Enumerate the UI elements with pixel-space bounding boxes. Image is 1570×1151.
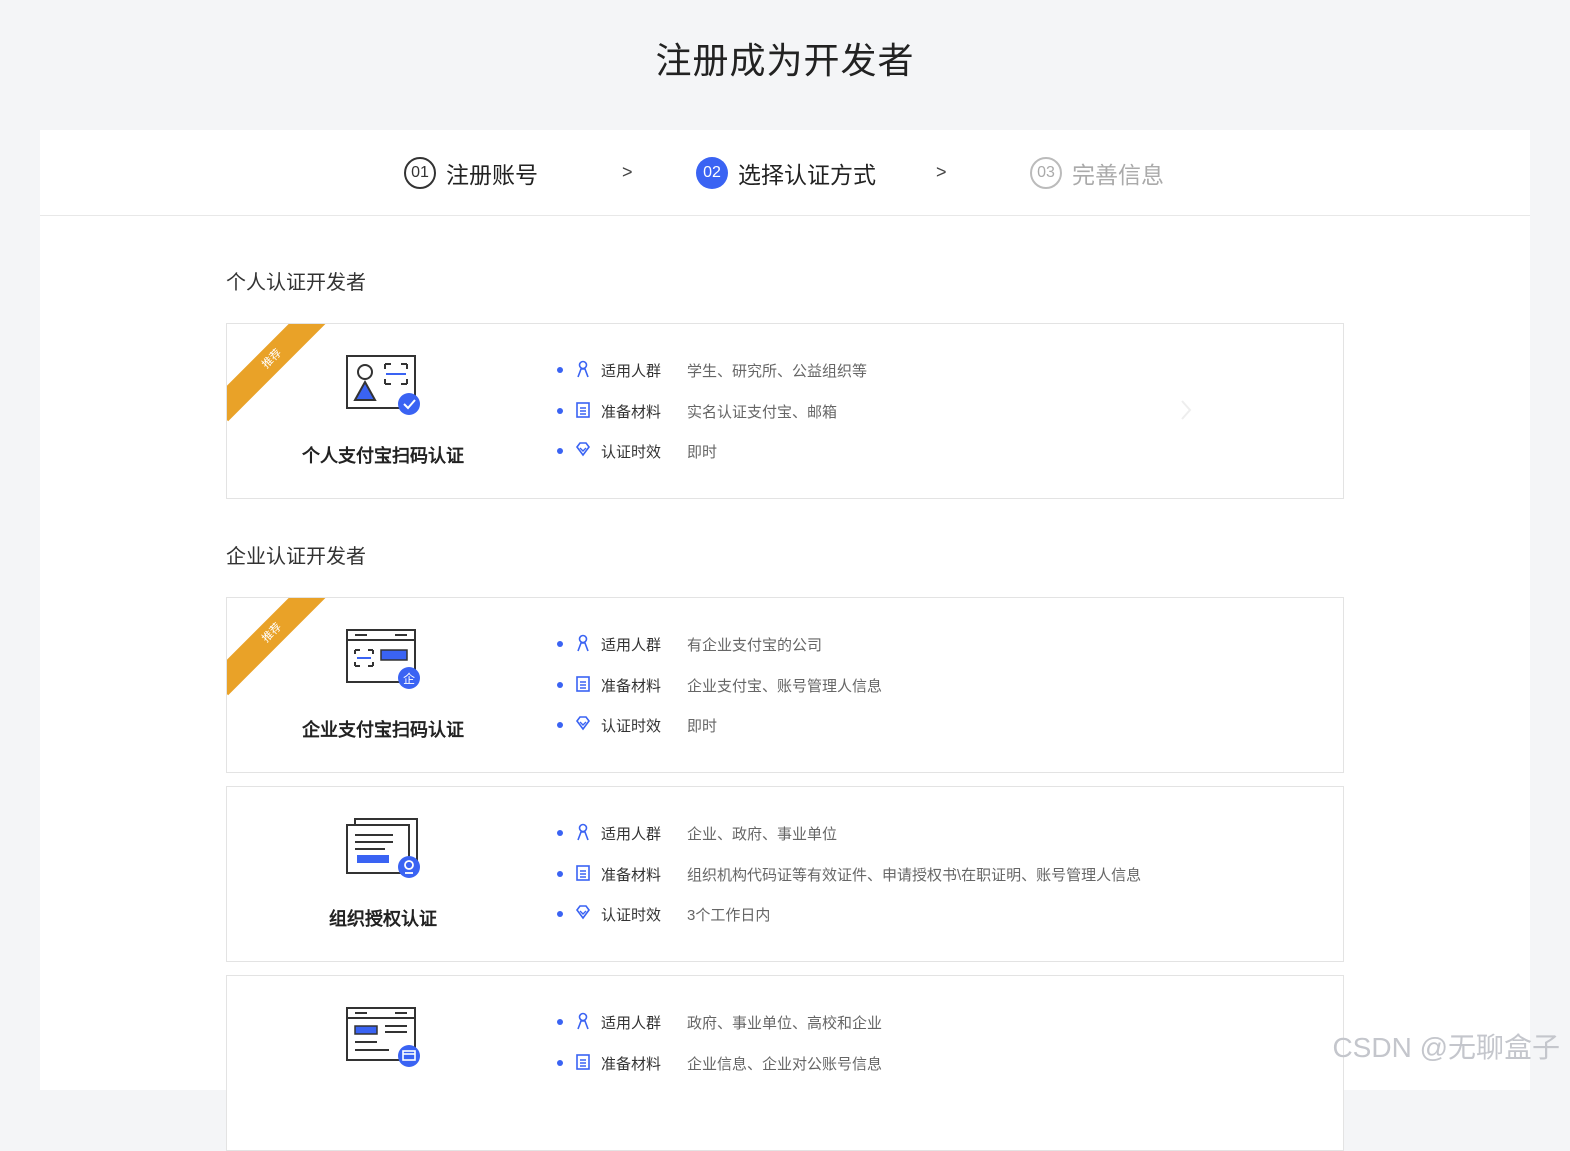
audience-row: 适用人群 企业、政府、事业单位: [557, 823, 1141, 864]
time-row: 认证时效 3个工作日内: [557, 904, 1141, 945]
recommend-ribbon: 推荐: [227, 598, 335, 696]
recommend-ribbon: 推荐: [227, 324, 335, 422]
step-1[interactable]: 01 注册账号: [404, 156, 538, 190]
card-details: 适用人群 有企业支付宝的公司 准备材料 企业支付宝、账号管理人信息 认证时效 即…: [557, 634, 882, 756]
main-panel: 01 注册账号 > 02 选择认证方式 > 03 完善信息 个人认证开发者 推荐…: [40, 130, 1530, 1151]
document-icon: [576, 864, 590, 881]
page-title: 注册成为开发者: [655, 40, 915, 81]
auth-card-enterprise-alipay[interactable]: 推荐 企 企业支付宝扫码认证 适用人群 有企业支付宝的公司 准备材料 企业支付宝…: [226, 597, 1344, 773]
time-label: 认证时效: [601, 907, 662, 924]
step-2-label: 选择认证方式: [738, 162, 876, 188]
bullet-dot: [557, 407, 563, 414]
bullet-dot: [557, 367, 563, 373]
audience-row: 适用人群 政府、事业单位、高校和企业: [557, 1012, 882, 1053]
card-details: 适用人群 企业、政府、事业单位 准备材料 组织机构代码证等有效证件、申请授权书\…: [557, 823, 1141, 945]
time-row: 认证时效 即时: [557, 715, 882, 756]
svg-text:企: 企: [403, 671, 415, 686]
bullet-dot: [557, 870, 563, 877]
diamond-icon: [576, 716, 590, 731]
materials-label: 准备材料: [601, 403, 662, 421]
step-3-label: 完善信息: [1072, 162, 1164, 188]
bullet-dot: [557, 448, 563, 454]
step-3-number: 03: [1030, 157, 1062, 189]
diamond-icon: [576, 905, 590, 920]
document-icon: [576, 401, 590, 418]
audience-label: 适用人群: [601, 637, 662, 654]
auth-card-bank-account[interactable]: 适用人群 政府、事业单位、高校和企业 准备材料 企业信息、企业对公账号信息: [226, 975, 1344, 1151]
materials-label: 准备材料: [601, 677, 662, 695]
org-authorization-icon: [346, 818, 420, 878]
materials-label: 准备材料: [601, 866, 662, 884]
audience-label: 适用人群: [601, 826, 662, 843]
materials-label: 准备材料: [601, 1055, 662, 1073]
materials-value: 实名认证支付宝、邮箱: [687, 403, 838, 421]
time-value: 3个工作日内: [687, 907, 771, 924]
personal-section-title: 个人认证开发者: [226, 272, 366, 294]
enterprise-section-title: 企业认证开发者: [226, 546, 366, 568]
person-icon: [577, 1012, 589, 1030]
time-label: 认证时效: [601, 718, 662, 735]
bullet-dot: [557, 830, 563, 836]
bullet-dot: [557, 1059, 563, 1066]
diamond-icon: [576, 442, 590, 457]
step-2[interactable]: 02 选择认证方式: [696, 156, 876, 190]
materials-row: 准备材料 企业支付宝、账号管理人信息: [557, 675, 882, 716]
time-label: 认证时效: [601, 444, 662, 461]
bullet-dot: [557, 911, 563, 917]
card-name: 个人支付宝扫码认证: [302, 446, 464, 466]
person-icon: [577, 634, 589, 652]
step-1-number: 01: [404, 157, 436, 189]
card-name: 企业支付宝扫码认证: [302, 720, 464, 740]
card-details: 适用人群 政府、事业单位、高校和企业 准备材料 企业信息、企业对公账号信息: [557, 1012, 882, 1093]
step-separator-1: >: [622, 162, 633, 182]
person-icon: [577, 823, 589, 841]
audience-value: 学生、研究所、公益组织等: [687, 363, 868, 380]
materials-row: 准备材料 实名认证支付宝、邮箱: [557, 401, 867, 442]
bullet-dot: [557, 641, 563, 647]
time-row: 认证时效 即时: [557, 441, 867, 482]
person-icon: [577, 360, 589, 378]
step-2-number: 02: [696, 157, 728, 189]
enterprise-scan-icon: 企: [346, 629, 420, 689]
materials-value: 组织机构代码证等有效证件、申请授权书\在职证明、账号管理人信息: [687, 866, 1142, 884]
auth-card-org-authorization[interactable]: 组织授权认证 适用人群 企业、政府、事业单位 准备材料 组织机构代码证等有效证件…: [226, 786, 1344, 962]
audience-value: 有企业支付宝的公司: [687, 637, 823, 654]
document-icon: [576, 1053, 590, 1070]
bullet-dot: [557, 681, 563, 688]
chevron-right-icon: [1181, 400, 1192, 420]
audience-value: 企业、政府、事业单位: [687, 826, 838, 843]
step-1-label: 注册账号: [446, 162, 538, 188]
materials-value: 企业信息、企业对公账号信息: [687, 1055, 883, 1073]
audience-row: 适用人群 学生、研究所、公益组织等: [557, 360, 867, 401]
step-separator-2: >: [936, 162, 947, 182]
step-indicator: 01 注册账号 > 02 选择认证方式 > 03 完善信息: [40, 130, 1530, 216]
time-value: 即时: [687, 444, 718, 461]
bullet-dot: [557, 722, 563, 728]
card-details: 适用人群 学生、研究所、公益组织等 准备材料 实名认证支付宝、邮箱 认证时效 即…: [557, 360, 867, 482]
audience-row: 适用人群 有企业支付宝的公司: [557, 634, 882, 675]
materials-row: 准备材料 组织机构代码证等有效证件、申请授权书\在职证明、账号管理人信息: [557, 864, 1141, 905]
bank-account-icon: [346, 1007, 420, 1067]
audience-label: 适用人群: [601, 1015, 662, 1032]
watermark: CSDN @无聊盒子: [1332, 1032, 1560, 1063]
bullet-dot: [557, 1019, 563, 1025]
audience-label: 适用人群: [601, 363, 662, 380]
step-3[interactable]: 03 完善信息: [1030, 156, 1164, 190]
card-name: 组织授权认证: [329, 909, 437, 929]
materials-value: 企业支付宝、账号管理人信息: [687, 677, 883, 695]
personal-scan-icon: [346, 355, 420, 415]
auth-card-personal-alipay[interactable]: 推荐 个人支付宝扫码认证 适用人群 学生、研究所、公益组织等 准备材料 实名认证…: [226, 323, 1344, 499]
audience-value: 政府、事业单位、高校和企业: [687, 1015, 883, 1032]
materials-row: 准备材料 企业信息、企业对公账号信息: [557, 1053, 882, 1094]
document-icon: [576, 675, 590, 692]
time-value: 即时: [687, 718, 718, 735]
